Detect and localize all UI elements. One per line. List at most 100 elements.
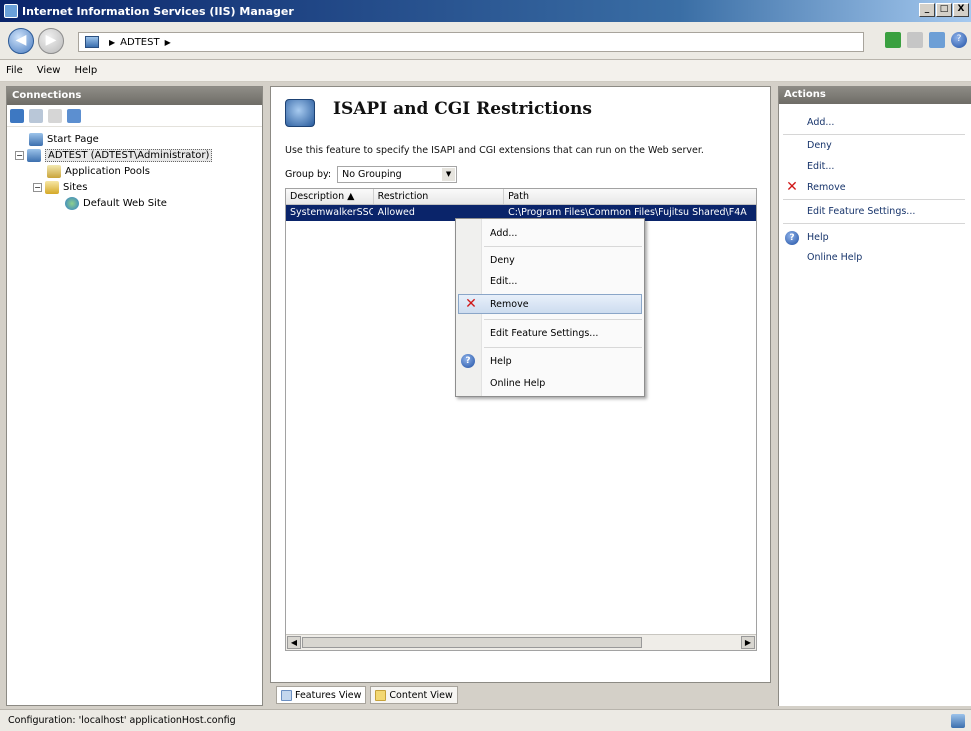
- tree-item-default-web-site[interactable]: Default Web Site: [11, 195, 262, 211]
- isapi-cgi-icon: [285, 99, 315, 127]
- refresh-icon[interactable]: [885, 32, 901, 48]
- help-icon: ?: [461, 354, 475, 368]
- action-add[interactable]: Add...: [807, 117, 834, 128]
- menu-separator: [484, 347, 642, 348]
- menu-item-deny[interactable]: Deny: [458, 250, 642, 270]
- breadcrumb-arrow-icon[interactable]: ▶: [165, 38, 171, 47]
- tree-label: Start Page: [47, 133, 99, 145]
- actions-header: Actions: [779, 86, 971, 104]
- breadcrumb-arrow-icon: ▶: [109, 37, 116, 47]
- menu-separator: [484, 319, 642, 320]
- tree-label: Sites: [63, 181, 88, 193]
- group-by-select[interactable]: No Grouping ▼: [337, 166, 458, 183]
- action-help[interactable]: Help: [807, 232, 829, 243]
- server-status-icon: [951, 714, 965, 728]
- feature-description: Use this feature to specify the ISAPI an…: [285, 145, 704, 156]
- tree-item-application-pools[interactable]: Application Pools: [11, 163, 262, 179]
- close-button[interactable]: X: [953, 3, 969, 17]
- collapse-icon[interactable]: −: [15, 150, 24, 160]
- connect-icon[interactable]: [10, 108, 24, 123]
- action-edit-feature-settings[interactable]: Edit Feature Settings...: [807, 206, 915, 217]
- tree-label: ADTEST (ADTEST\Administrator): [45, 148, 213, 162]
- application-pools-icon: [47, 164, 61, 178]
- forward-button[interactable]: ▶: [38, 28, 64, 54]
- page-title: ISAPI and CGI Restrictions: [333, 99, 592, 119]
- scroll-right-icon[interactable]: ▶: [741, 636, 755, 649]
- connections-pane: Connections Start Page − ADTEST (ADTEST\…: [6, 86, 263, 706]
- window-controls: _ □ X: [919, 3, 969, 17]
- action-separator: [783, 223, 965, 224]
- column-description[interactable]: Description ▲: [286, 189, 374, 204]
- menu-item-label: Deny: [490, 254, 515, 266]
- tree-item-start-page[interactable]: Start Page: [11, 131, 262, 147]
- title-bar: Internet Information Services (IIS) Mana…: [0, 0, 971, 22]
- status-text: Configuration: 'localhost' applicationHo…: [8, 715, 236, 726]
- menu-help[interactable]: Help: [74, 65, 97, 76]
- scroll-left-icon[interactable]: ◀: [287, 636, 301, 649]
- tab-features-view[interactable]: Features View: [276, 686, 367, 704]
- breadcrumb-adtest[interactable]: ADTEST: [120, 37, 159, 48]
- action-separator: [783, 199, 965, 200]
- features-view-icon: [281, 689, 292, 701]
- connections-toolbar: [7, 105, 262, 127]
- connections-tree: Start Page − ADTEST (ADTEST\Administrato…: [7, 127, 262, 211]
- back-button[interactable]: ◀: [8, 28, 34, 54]
- help-icon: ?: [785, 231, 799, 245]
- menu-item-help[interactable]: ? Help: [458, 351, 642, 371]
- up-icon[interactable]: [48, 108, 62, 123]
- maximize-button[interactable]: □: [936, 3, 952, 17]
- actions-pane: Actions Add... Deny Edit... ✕ Remove Edi…: [778, 86, 971, 706]
- tree-item-sites[interactable]: − Sites: [11, 179, 262, 195]
- help-icon[interactable]: ?: [951, 32, 967, 48]
- connections-header: Connections: [7, 87, 262, 105]
- chevron-down-icon[interactable]: ▼: [442, 168, 456, 181]
- collapse-icon[interactable]: −: [33, 182, 42, 192]
- tab-content-view[interactable]: Content View: [370, 686, 458, 704]
- tab-label: Features View: [295, 689, 362, 701]
- group-by-value: No Grouping: [342, 169, 402, 180]
- column-restriction[interactable]: Restriction: [374, 189, 505, 204]
- address-toolbar: ?: [885, 32, 967, 48]
- menu-item-label: Edit Feature Settings...: [490, 327, 599, 339]
- server-icon: [85, 36, 99, 48]
- menu-item-add[interactable]: Add...: [458, 223, 642, 243]
- menu-view[interactable]: View: [37, 65, 61, 76]
- minimize-button[interactable]: _: [919, 3, 935, 17]
- tab-label: Content View: [389, 689, 453, 701]
- scroll-thumb[interactable]: [302, 637, 642, 648]
- horizontal-scrollbar[interactable]: ◀ ▶: [286, 634, 756, 650]
- group-by-label: Group by:: [285, 169, 332, 180]
- server-icon: [27, 148, 41, 162]
- grid-header: Description ▲ Restriction Path: [286, 189, 756, 205]
- menu-item-online-help[interactable]: Online Help: [458, 373, 642, 393]
- view-tabs: Features View Content View: [276, 686, 458, 704]
- menu-separator: [484, 246, 642, 247]
- action-deny[interactable]: Deny: [807, 140, 832, 151]
- menu-item-edit[interactable]: Edit...: [458, 271, 642, 291]
- home-icon[interactable]: [929, 32, 945, 48]
- stop-icon[interactable]: [907, 32, 923, 48]
- tree-item-server[interactable]: − ADTEST (ADTEST\Administrator): [11, 147, 262, 163]
- menu-bar: File View Help: [0, 60, 971, 82]
- action-remove[interactable]: Remove: [807, 182, 846, 193]
- address-box[interactable]: ▶ ADTEST ▶: [78, 32, 864, 52]
- menu-file[interactable]: File: [6, 65, 23, 76]
- iis-app-icon: [4, 4, 18, 18]
- menu-item-label: Edit...: [490, 275, 518, 287]
- group-by: Group by: No Grouping ▼: [285, 166, 458, 183]
- cell-description: SystemwalkerSSO: [290, 207, 374, 218]
- save-icon[interactable]: [29, 108, 43, 123]
- context-menu: Add... Deny Edit... ✕ Remove Edit Featur…: [455, 218, 645, 397]
- menu-item-edit-feature-settings[interactable]: Edit Feature Settings...: [458, 323, 642, 343]
- start-page-icon: [29, 132, 43, 146]
- column-path[interactable]: Path: [504, 189, 756, 204]
- folder-icon: [45, 180, 59, 194]
- remove-x-icon: ✕: [786, 179, 798, 195]
- action-online-help[interactable]: Online Help: [807, 252, 862, 263]
- action-separator: [783, 134, 965, 135]
- tree-label: Application Pools: [65, 165, 150, 177]
- menu-item-remove[interactable]: ✕ Remove: [458, 294, 642, 314]
- menu-item-label: Online Help: [490, 377, 546, 389]
- delete-connection-icon[interactable]: [67, 108, 81, 123]
- action-edit[interactable]: Edit...: [807, 161, 834, 172]
